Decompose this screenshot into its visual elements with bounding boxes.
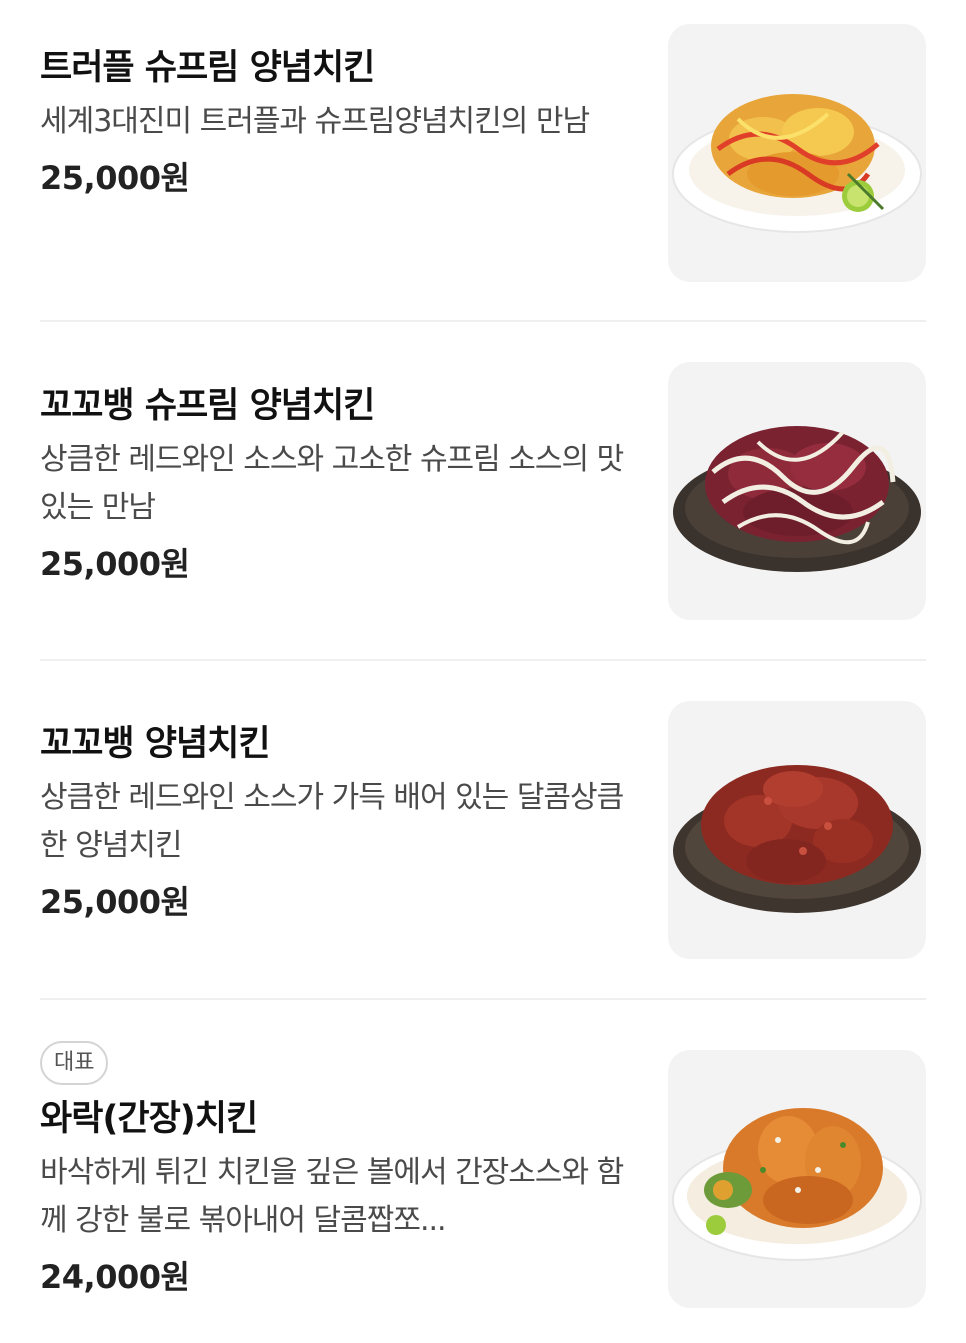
menu-item-text: 트러플 슈프림 양념치킨 세계3대진미 트러플과 슈프림양념치킨의 만남 25,…: [40, 46, 640, 200]
menu-item-description: 상큼한 레드와인 소스와 고소한 슈프림 소스의 맛있는 만남: [40, 442, 624, 525]
coqauvin-seasoned-chicken-photo[interactable]: [668, 701, 926, 959]
divider: [40, 320, 926, 322]
menu-item-title: 트러플 슈프림 양념치킨: [40, 48, 375, 88]
menu-item-text: 꼬꼬뱅 슈프림 양념치킨 상큼한 레드와인 소스와 고소한 슈프림 소스의 맛있…: [40, 384, 640, 586]
truffle-supreme-chicken-photo[interactable]: [668, 24, 926, 282]
menu-item-text: 꼬꼬뱅 양념치킨 상큼한 레드와인 소스가 가득 배어 있는 달콤상큼한 양념치…: [40, 722, 640, 924]
menu-item-description: 세계3대진미 트러플과 슈프림양념치킨의 만남: [40, 104, 590, 139]
menu-item-price: 25,000원: [40, 883, 190, 921]
menu-list: 트러플 슈프림 양념치킨 세계3대진미 트러플과 슈프림양념치킨의 만남 25,…: [0, 0, 966, 1343]
signature-badge: 대표: [40, 1041, 109, 1085]
menu-item-description: 상큼한 레드와인 소스가 가득 배어 있는 달콤상큼한 양념치킨: [40, 780, 624, 863]
menu-item-text: 대표 와락(간장)치킨 바삭하게 튀긴 치킨을 깊은 볼에서 간장소스와 함께 …: [40, 1041, 640, 1299]
divider: [40, 659, 926, 661]
menu-item-title: 와락(간장)치킨: [40, 1099, 258, 1139]
menu-item-description: 바삭하게 튀긴 치킨을 깊은 볼에서 간장소스와 함께 강한 불로 볶아내어 달…: [40, 1155, 624, 1238]
coqauvin-supreme-chicken-photo[interactable]: [668, 362, 926, 620]
menu-item-title: 꼬꼬뱅 양념치킨: [40, 724, 271, 764]
menu-item-title: 꼬꼬뱅 슈프림 양념치킨: [40, 386, 375, 426]
warak-soy-chicken-photo[interactable]: [668, 1050, 926, 1308]
menu-item-price: 24,000원: [40, 1258, 190, 1296]
menu-item-price: 25,000원: [40, 545, 190, 583]
menu-item-price: 25,000원: [40, 159, 190, 197]
divider: [40, 998, 926, 1000]
